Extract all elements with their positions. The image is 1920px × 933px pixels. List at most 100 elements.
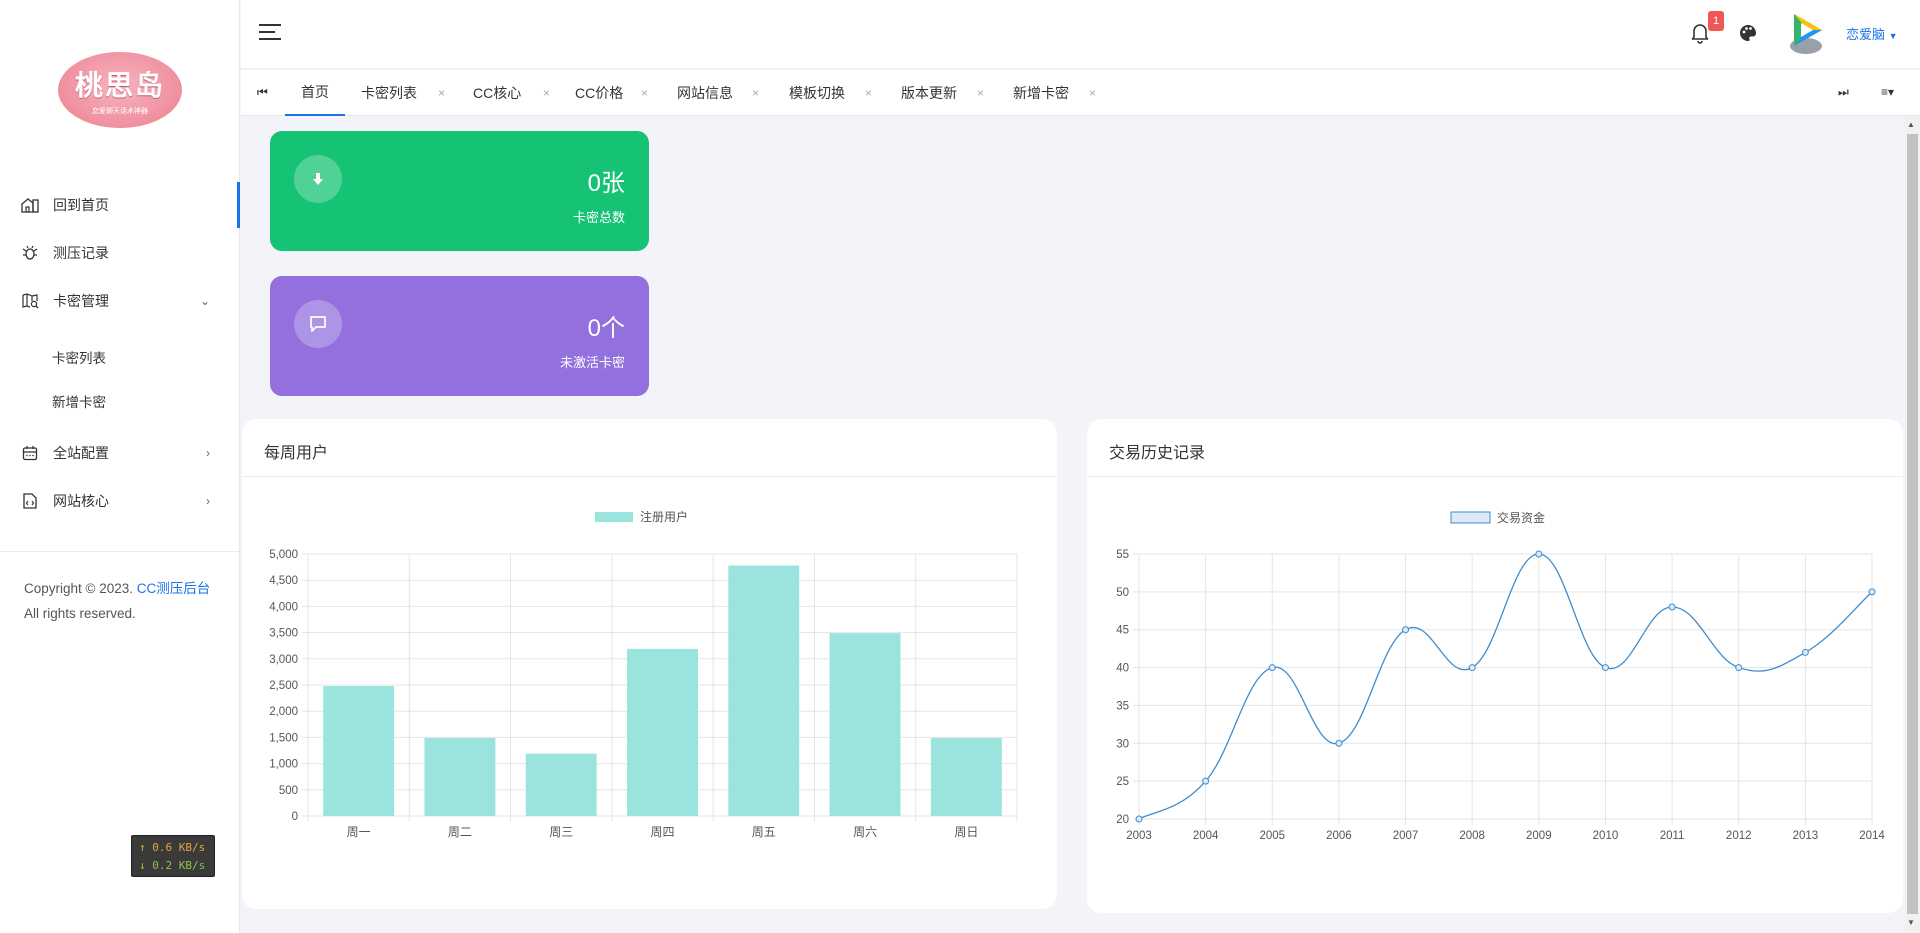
y-tick-label: 55 bbox=[1116, 549, 1129, 561]
user-menu[interactable]: 恋爱脑 ▼ bbox=[1846, 24, 1898, 43]
y-tick-label: 4,000 bbox=[269, 601, 298, 613]
chevron-right-icon: › bbox=[206, 446, 210, 460]
x-tick-label: 2004 bbox=[1193, 830, 1219, 842]
y-tick-label: 25 bbox=[1116, 776, 1129, 788]
legend-swatch bbox=[1450, 511, 1491, 524]
x-tick-label: 周一 bbox=[347, 825, 371, 839]
weekly-users-chart: 注册用户 0 500 1,000 1,500 2,000 2,500 3,000 3,500 4,… bbox=[269, 509, 1018, 839]
scroll-up-arrow[interactable]: ▲ bbox=[1907, 120, 1915, 129]
x-tick-label: 2007 bbox=[1393, 830, 1419, 842]
tab-card-list[interactable]: 卡密列表 × bbox=[361, 70, 445, 116]
tab-home[interactable]: 首页 bbox=[285, 70, 345, 116]
stat-label: 未激活卡密 bbox=[559, 355, 625, 370]
x-tick-label: 周四 bbox=[650, 825, 674, 839]
data-point bbox=[1202, 777, 1210, 785]
y-tick-label: 1,000 bbox=[269, 759, 298, 771]
series-line bbox=[1138, 553, 1873, 820]
bar bbox=[728, 565, 800, 816]
x-tick-label: 2009 bbox=[1526, 830, 1552, 842]
scrollbar-thumb[interactable] bbox=[1907, 134, 1918, 914]
y-tick-label: 20 bbox=[1116, 814, 1129, 826]
tab-add-card[interactable]: 新增卡密 × bbox=[1013, 70, 1096, 116]
y-tick-label: 3,000 bbox=[269, 654, 298, 666]
chevron-right-icon: › bbox=[206, 494, 210, 508]
subitem-card-list[interactable]: 卡密列表 bbox=[52, 347, 106, 367]
message-icon bbox=[294, 300, 342, 348]
x-tick-label: 2008 bbox=[1459, 830, 1485, 842]
tab-label: 版本更新 bbox=[901, 85, 957, 101]
tab-menu-button[interactable]: ≡▾ bbox=[1881, 85, 1894, 99]
scroll-down-arrow[interactable]: ▼ bbox=[1907, 918, 1915, 927]
sidebar-item-label: 回到首页 bbox=[53, 197, 109, 213]
calendar-icon bbox=[21, 444, 39, 462]
sidebar-item-label: 测压记录 bbox=[53, 245, 109, 261]
close-icon[interactable]: × bbox=[752, 86, 759, 100]
bar bbox=[323, 686, 395, 816]
x-tick-label: 周三 bbox=[549, 825, 573, 839]
sidebar-divider bbox=[0, 551, 240, 552]
tab-label: 卡密列表 bbox=[361, 85, 417, 101]
x-tick-label: 2006 bbox=[1326, 830, 1352, 842]
stat-value: 0张 bbox=[587, 170, 625, 197]
y-tick-label: 2,000 bbox=[269, 706, 298, 718]
site-logo[interactable]: 桃思岛 恋爱聊天话术神器 bbox=[58, 52, 182, 128]
weekly-users-card: 每周用户 注册用户 0 500 1,000 1,500 2,000 2,500 3,000 3,… bbox=[242, 419, 1057, 909]
bell-icon[interactable] bbox=[1690, 22, 1710, 44]
sidebar-item-card-management[interactable]: 卡密管理 ⌄ bbox=[0, 278, 240, 324]
top-bar: 1 恋爱脑 ▼ bbox=[241, 0, 1920, 69]
tab-cc-price[interactable]: CC价格 × bbox=[575, 70, 648, 116]
y-tick-label: 1,500 bbox=[269, 732, 298, 744]
avatar[interactable] bbox=[1788, 10, 1828, 56]
tab-cc-core[interactable]: CC核心 × bbox=[473, 70, 550, 116]
card-title: 交易历史记录 bbox=[1087, 419, 1903, 477]
data-point bbox=[1135, 815, 1143, 823]
page-scrollbar[interactable]: ▲ ▼ bbox=[1904, 116, 1920, 933]
close-icon[interactable]: × bbox=[641, 86, 648, 100]
palette-icon[interactable] bbox=[1738, 23, 1758, 48]
tab-bar: ⏮ 首页 卡密列表 × CC核心 × CC价格 × 网站信息 × 模板切换 × 版本更新 ×… bbox=[241, 70, 1920, 116]
x-tick-label: 周五 bbox=[752, 825, 776, 839]
sidebar-item-site-core[interactable]: 网站核心 › bbox=[0, 478, 240, 524]
legend-swatch bbox=[595, 512, 633, 522]
tab-site-info[interactable]: 网站信息 × bbox=[677, 70, 759, 116]
close-icon[interactable]: × bbox=[438, 86, 445, 100]
data-point bbox=[1868, 588, 1876, 596]
last-tab-button[interactable]: ⏭ bbox=[1838, 85, 1849, 100]
data-point bbox=[1335, 739, 1343, 747]
sidebar-item-stress-records[interactable]: 测压记录 bbox=[0, 230, 240, 276]
subitem-add-card[interactable]: 新增卡密 bbox=[52, 391, 106, 411]
tab-template-switch[interactable]: 模板切换 × bbox=[789, 70, 872, 116]
tab-version-update[interactable]: 版本更新 × bbox=[901, 70, 984, 116]
data-point bbox=[1535, 550, 1543, 558]
x-tick-label: 2003 bbox=[1126, 830, 1152, 842]
close-icon[interactable]: × bbox=[543, 86, 550, 100]
close-icon[interactable]: × bbox=[865, 86, 872, 100]
stat-card-inactive-cards: 0个 未激活卡密 bbox=[270, 276, 649, 396]
bug-icon bbox=[21, 244, 39, 262]
data-point bbox=[1801, 648, 1809, 656]
sidebar-item-site-config[interactable]: 全站配置 › bbox=[0, 430, 240, 476]
trade-history-chart: 交易资金 20 25 30 35 40 45 50 55 2003 2004 2005 2006 2007… bbox=[1116, 510, 1885, 842]
username: 恋爱脑 bbox=[1846, 27, 1886, 42]
y-tick-label: 30 bbox=[1116, 738, 1129, 750]
tab-label: 新增卡密 bbox=[1013, 85, 1069, 101]
menu-toggle-button[interactable] bbox=[259, 24, 281, 42]
copyright-link[interactable]: CC测压后台 bbox=[137, 581, 211, 596]
sidebar-item-home[interactable]: 回到首页 bbox=[0, 182, 240, 228]
first-tab-button[interactable]: ⏮ bbox=[257, 85, 268, 100]
file-code-icon bbox=[21, 492, 39, 510]
logo-subtitle: 恋爱聊天话术神器 bbox=[92, 108, 148, 115]
legend-label: 注册用户 bbox=[640, 509, 688, 524]
tab-label: 模板切换 bbox=[789, 85, 845, 101]
y-tick-label: 2,500 bbox=[269, 680, 298, 692]
y-tick-label: 5,000 bbox=[269, 549, 298, 561]
bar bbox=[930, 737, 1002, 816]
home-icon bbox=[21, 196, 39, 214]
upload-speed: ↑ 0.6 KB/s bbox=[139, 841, 206, 854]
close-icon[interactable]: × bbox=[1089, 86, 1096, 100]
download-speed: ↓ 0.2 KB/s bbox=[139, 859, 206, 872]
data-point bbox=[1468, 664, 1476, 672]
x-tick-label: 周六 bbox=[853, 825, 877, 839]
copyright: Copyright © 2023. CC测压后台 All rights rese… bbox=[24, 576, 210, 626]
close-icon[interactable]: × bbox=[977, 86, 984, 100]
